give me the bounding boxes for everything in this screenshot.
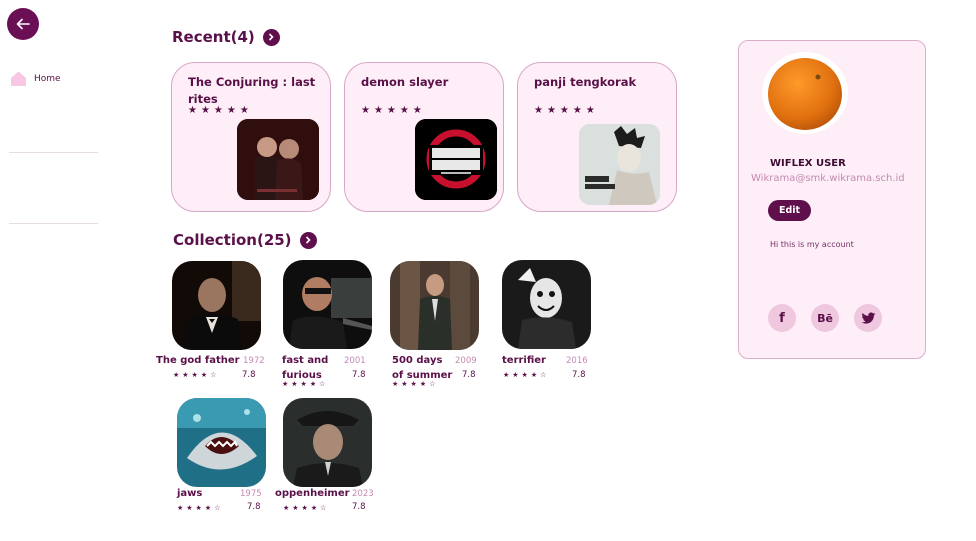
orange-avatar-image — [768, 58, 842, 130]
collection-item-rating: 7.8 — [247, 502, 261, 512]
collection-item-title: oppenheimer — [275, 488, 350, 499]
collection-item-title: jaws — [177, 488, 203, 499]
collection-item-year: 2009 — [455, 356, 477, 366]
recent-card-title: demon slayer — [361, 75, 449, 89]
star-rating: ★★★★☆ — [282, 380, 329, 388]
recent-more-button[interactable] — [262, 28, 280, 46]
collection-item-year: 1972 — [243, 356, 265, 366]
jaws-poster[interactable] — [177, 398, 266, 487]
collection-item-title: 500 days of summer — [392, 355, 453, 381]
collection-item-rating: 7.8 — [462, 370, 476, 380]
recent-heading: Recent(4) — [172, 28, 280, 46]
recent-card[interactable]: The Conjuring : last rites ★★★★★ — [171, 62, 331, 212]
fast-and-furious-poster[interactable] — [283, 260, 372, 349]
sidebar-divider — [9, 152, 98, 153]
sidebar-divider — [9, 223, 98, 224]
collection-item-rating: 7.8 — [242, 370, 256, 380]
panji-tengkorak-poster — [579, 124, 660, 205]
oppenheimer-poster[interactable] — [283, 398, 372, 487]
chevron-right-icon — [269, 33, 274, 41]
the-conjuring-poster — [237, 119, 319, 200]
star-rating: ★★★★★ — [361, 105, 426, 116]
500-days-of-summer-poster[interactable] — [390, 261, 479, 350]
star-rating: ★★★★☆ — [173, 371, 220, 379]
profile-email: Wikrama@smk.wikrama.sch.id — [751, 173, 905, 184]
collection-title: Collection(25) — [173, 231, 292, 249]
collection-heading: Collection(25) — [173, 231, 317, 249]
twitter-icon[interactable] — [854, 304, 882, 332]
chevron-right-icon — [305, 236, 311, 244]
twitter-bird-shape — [861, 312, 875, 324]
collection-item-title: terrifier — [502, 355, 546, 366]
sidebar-item-home[interactable]: Home — [10, 70, 61, 87]
the-god-father-poster[interactable] — [172, 261, 261, 350]
terrifier-poster[interactable] — [502, 260, 591, 349]
collection-item-rating: 7.8 — [352, 502, 366, 512]
sidebar-item-label: Home — [34, 73, 61, 84]
home-icon — [11, 71, 26, 86]
recent-card-title: panji tengkorak — [534, 75, 637, 89]
arrow-left-icon — [16, 18, 30, 30]
collection-item-year: 1975 — [240, 489, 262, 499]
profile-username: WIFLEX USER — [770, 158, 846, 169]
star-rating: ★★★★☆ — [392, 380, 439, 388]
back-button[interactable] — [7, 8, 39, 40]
star-rating: ★★★★☆ — [283, 504, 330, 512]
facebook-icon[interactable]: f — [768, 304, 796, 332]
collection-item-title: The god father — [156, 355, 240, 366]
edit-profile-button[interactable]: Edit — [768, 200, 811, 221]
star-rating: ★★★★★ — [188, 105, 253, 116]
collection-item-year: 2023 — [352, 489, 374, 499]
collection-item-year: 2016 — [566, 356, 588, 366]
avatar[interactable] — [762, 52, 848, 134]
recent-card[interactable]: panji tengkorak ★★★★★ — [517, 62, 677, 212]
collection-item-year: 2001 — [344, 356, 366, 366]
collection-item-title: fast and furious — [282, 355, 329, 381]
recent-title: Recent(4) — [172, 28, 255, 46]
star-rating: ★★★★☆ — [503, 371, 550, 379]
star-rating: ★★★★★ — [534, 105, 599, 116]
demon-slayer-logo — [415, 119, 497, 200]
behance-icon[interactable]: Bē — [811, 304, 839, 332]
collection-item-rating: 7.8 — [572, 370, 586, 380]
profile-bio: Hi this is my account — [770, 240, 854, 249]
star-rating: ★★★★☆ — [177, 504, 224, 512]
collection-item-rating: 7.8 — [352, 370, 366, 380]
recent-card-title: The Conjuring : last rites — [188, 75, 316, 106]
recent-card[interactable]: demon slayer ★★★★★ — [344, 62, 504, 212]
collection-more-button[interactable] — [299, 231, 317, 249]
